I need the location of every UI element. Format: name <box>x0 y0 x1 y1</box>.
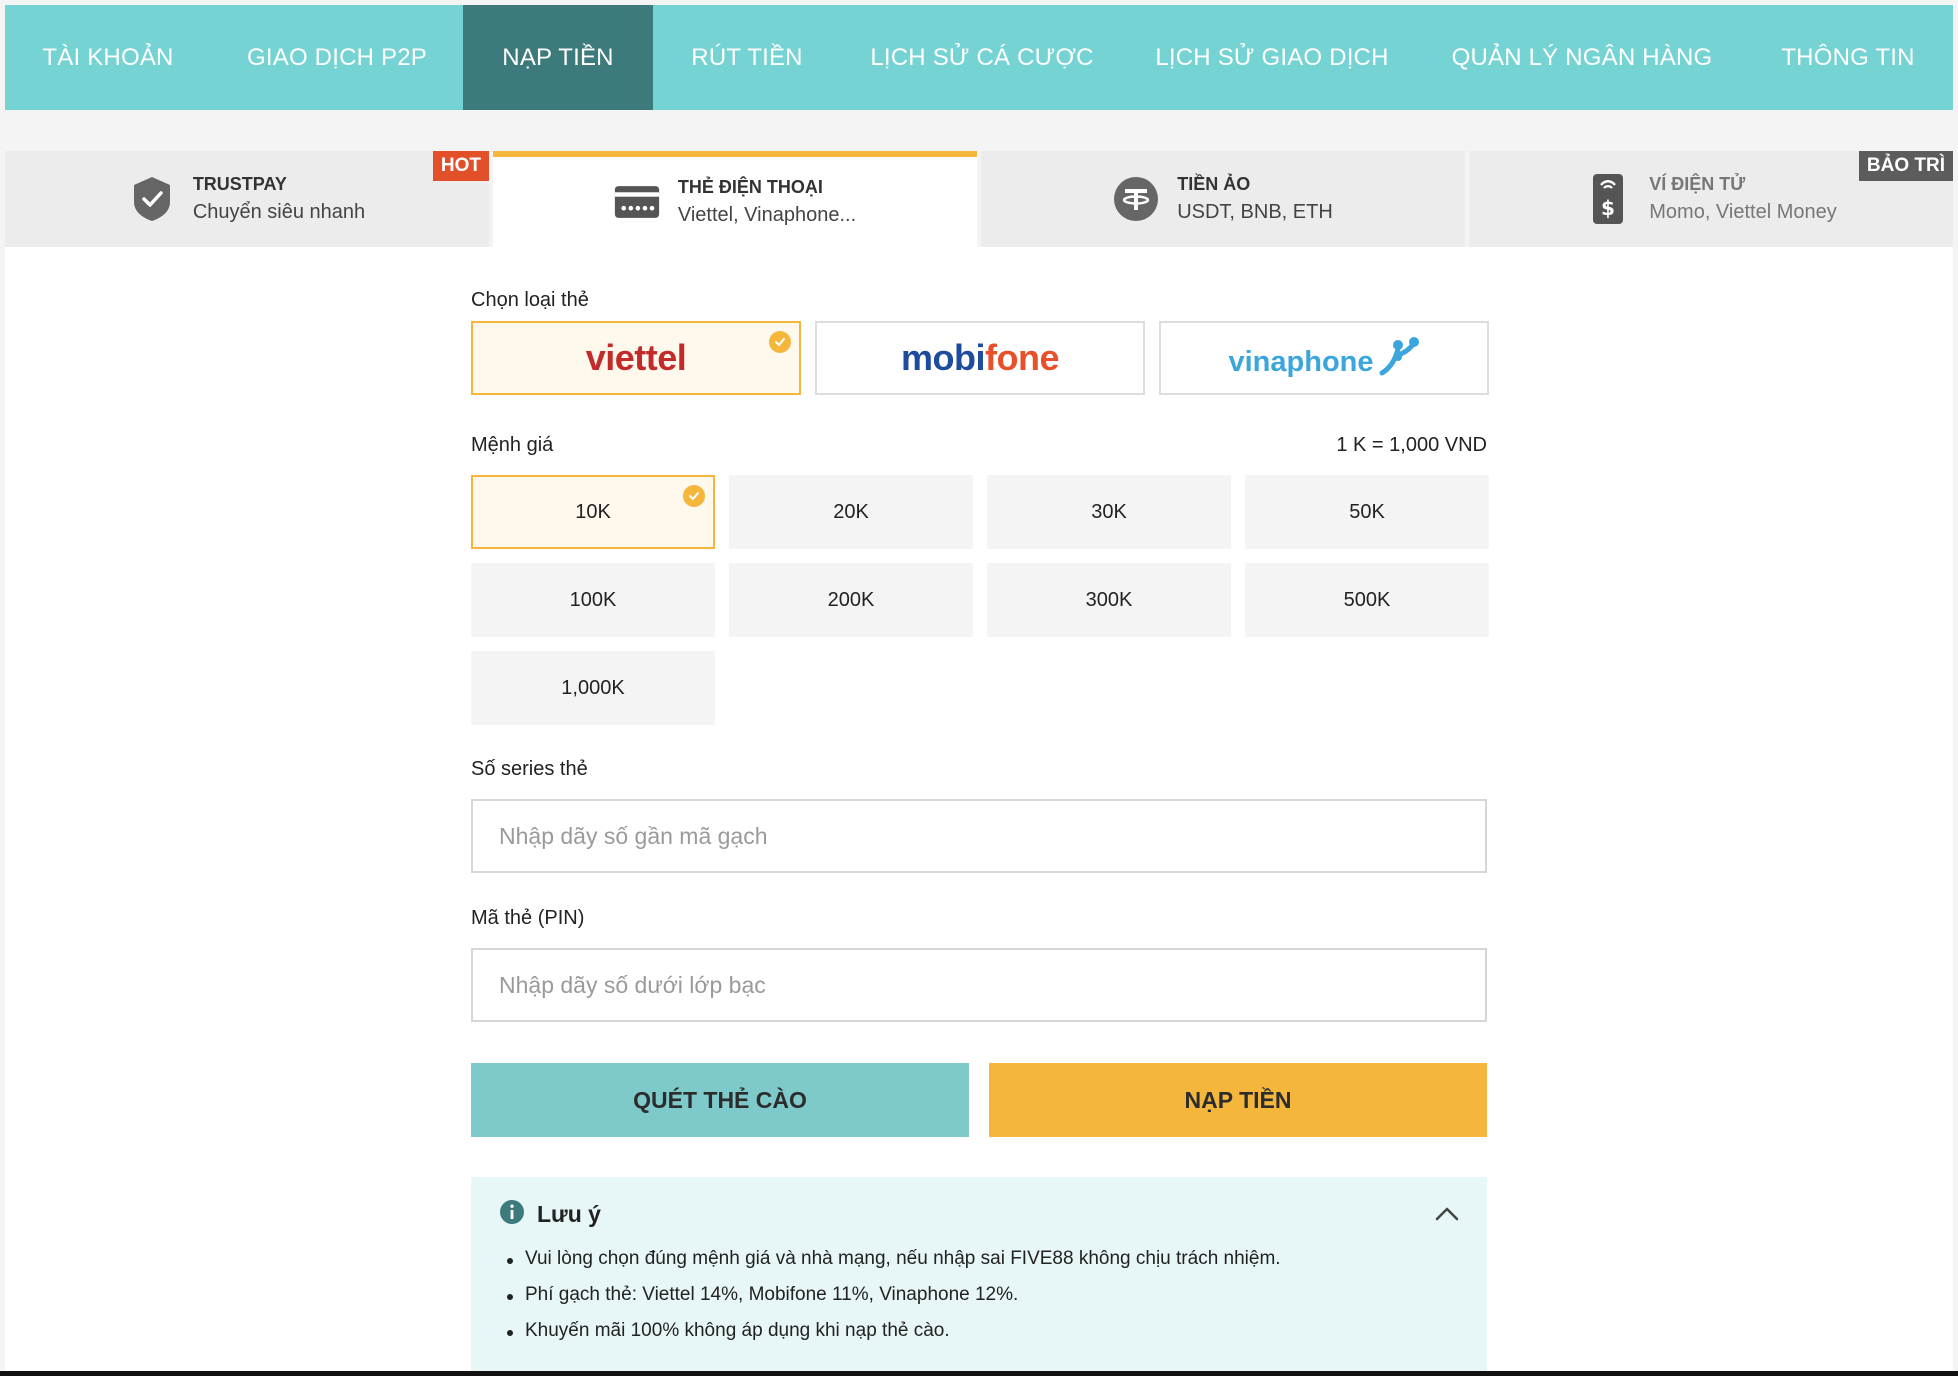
scan-card-button[interactable]: QUÉT THẺ CÀO <box>471 1063 969 1137</box>
denomination-20k[interactable]: 20K <box>729 475 973 549</box>
denomination-value: 50K <box>1349 500 1385 523</box>
denomination-grid: 10K 20K 30K 50K 100K 200K 300K 500K 1,00… <box>471 475 1491 725</box>
denomination-500k[interactable]: 500K <box>1245 563 1489 637</box>
method-trustpay[interactable]: TRUSTPAY Chuyển siêu nhanh HOT <box>5 151 489 247</box>
denomination-value: 20K <box>833 500 869 523</box>
method-title: TRUSTPAY <box>192 174 287 194</box>
notice-header[interactable]: Lưu ý <box>499 1199 1459 1230</box>
denomination-30k[interactable]: 30K <box>987 475 1231 549</box>
card-deposit-panel: Chọn loại thẻ viettel mobifone vinaphone <box>5 247 1953 1371</box>
nav-lich-su-ca-cuoc[interactable]: LỊCH SỬ CÁ CƯỢC <box>841 5 1123 110</box>
notice-item: Phí gạch thẻ: Viettel 14%, Mobifone 11%,… <box>499 1284 1459 1306</box>
window-bottom-edge <box>0 1371 1958 1376</box>
notice-panel: Lưu ý Vui lòng chọn đúng mệnh giá và nhà… <box>471 1177 1487 1371</box>
check-icon <box>683 485 705 507</box>
top-navigation: TÀI KHOẢN GIAO DỊCH P2P NẠP TIỀN RÚT TIỀ… <box>5 5 1953 110</box>
denomination-value: 100K <box>569 588 617 611</box>
notice-list: Vui lòng chọn đúng mệnh giá và nhà mạng,… <box>499 1248 1459 1342</box>
method-title: VÍ ĐIỆN TỬ <box>1649 174 1746 194</box>
method-title: TIỀN ẢO <box>1177 174 1251 194</box>
pin-input[interactable] <box>471 948 1487 1022</box>
method-subtitle: USDT, BNB, ETH <box>1177 201 1333 223</box>
svg-text:$: $ <box>1601 196 1615 220</box>
nav-rut-tien[interactable]: RÚT TIỀN <box>653 5 841 110</box>
denomination-50k[interactable]: 50K <box>1245 475 1489 549</box>
denomination-value: 30K <box>1091 500 1127 523</box>
notice-title: Lưu ý <box>537 1201 601 1227</box>
denomination-value: 1,000K <box>561 676 625 699</box>
mobifone-logo: mobifone <box>901 337 1060 378</box>
shield-check-icon <box>129 176 175 222</box>
method-subtitle: Momo, Viettel Money <box>1649 201 1837 223</box>
serial-input[interactable] <box>471 799 1487 873</box>
provider-selector: viettel mobifone vinaphone <box>471 321 1489 395</box>
method-tien-ao[interactable]: TIỀN ẢO USDT, BNB, ETH <box>981 151 1465 247</box>
exchange-rate: 1 K = 1,000 VND <box>1336 434 1487 456</box>
card-icon <box>614 179 660 225</box>
nav-thong-tin[interactable]: THÔNG TIN <box>1743 5 1953 110</box>
notice-item: Khuyến mãi 100% không áp dụng khi nạp th… <box>499 1320 1459 1342</box>
provider-label: Chọn loại thẻ <box>471 289 589 311</box>
denomination-200k[interactable]: 200K <box>729 563 973 637</box>
denomination-100k[interactable]: 100K <box>471 563 715 637</box>
deposit-page: TÀI KHOẢN GIAO DỊCH P2P NẠP TIỀN RÚT TIỀ… <box>5 5 1953 1371</box>
provider-mobifone[interactable]: mobifone <box>815 321 1145 395</box>
pin-label: Mã thẻ (PIN) <box>471 907 585 929</box>
nav-tai-khoan[interactable]: TÀI KHOẢN <box>5 5 211 110</box>
nav-quan-ly-ngan-hang[interactable]: QUẢN LÝ NGÂN HÀNG <box>1421 5 1743 110</box>
wallet-phone-icon: $ <box>1585 174 1631 224</box>
nav-nap-tien[interactable]: NẠP TIỀN <box>463 5 653 110</box>
denomination-value: 10K <box>575 500 611 523</box>
denomination-10k[interactable]: 10K <box>471 475 715 549</box>
denomination-value: 300K <box>1085 588 1133 611</box>
info-icon <box>499 1199 525 1230</box>
deposit-button[interactable]: NẠP TIỀN <box>989 1063 1487 1137</box>
provider-viettel[interactable]: viettel <box>471 321 801 395</box>
notice-item: Vui lòng chọn đúng mệnh giá và nhà mạng,… <box>499 1248 1459 1270</box>
hot-badge: HOT <box>432 151 489 181</box>
nav-lich-su-giao-dich[interactable]: LỊCH SỬ GIAO DỊCH <box>1123 5 1421 110</box>
denomination-label: Mệnh giá <box>471 434 554 456</box>
method-subtitle: Chuyển siêu nhanh <box>192 201 366 223</box>
denomination-value: 200K <box>827 588 875 611</box>
tether-icon <box>1113 176 1159 222</box>
check-icon <box>769 331 791 353</box>
denomination-1000k[interactable]: 1,000K <box>471 651 715 725</box>
chevron-up-icon[interactable] <box>1435 1207 1459 1226</box>
maintenance-badge: BẢO TRÌ <box>1858 151 1953 181</box>
nav-giao-dich-p2p[interactable]: GIAO DỊCH P2P <box>211 5 463 110</box>
vinaphone-logo: vinaphone <box>1228 337 1419 379</box>
provider-vinaphone[interactable]: vinaphone <box>1159 321 1489 395</box>
serial-label: Số series thẻ <box>471 758 588 780</box>
denomination-value: 500K <box>1343 588 1391 611</box>
denomination-300k[interactable]: 300K <box>987 563 1231 637</box>
method-vi-dien-tu[interactable]: $ VÍ ĐIỆN TỬ Momo, Viettel Money BẢO TRÌ <box>1469 151 1953 247</box>
viettel-logo: viettel <box>585 337 687 378</box>
method-title: THẺ ĐIỆN THOẠI <box>677 177 823 197</box>
method-the-dien-thoai[interactable]: THẺ ĐIỆN THOẠI Viettel, Vinaphone... <box>493 151 977 247</box>
method-subtitle: Viettel, Vinaphone... <box>677 204 857 226</box>
payment-method-tabs: TRUSTPAY Chuyển siêu nhanh HOT THẺ ĐIỆN … <box>5 151 1953 247</box>
